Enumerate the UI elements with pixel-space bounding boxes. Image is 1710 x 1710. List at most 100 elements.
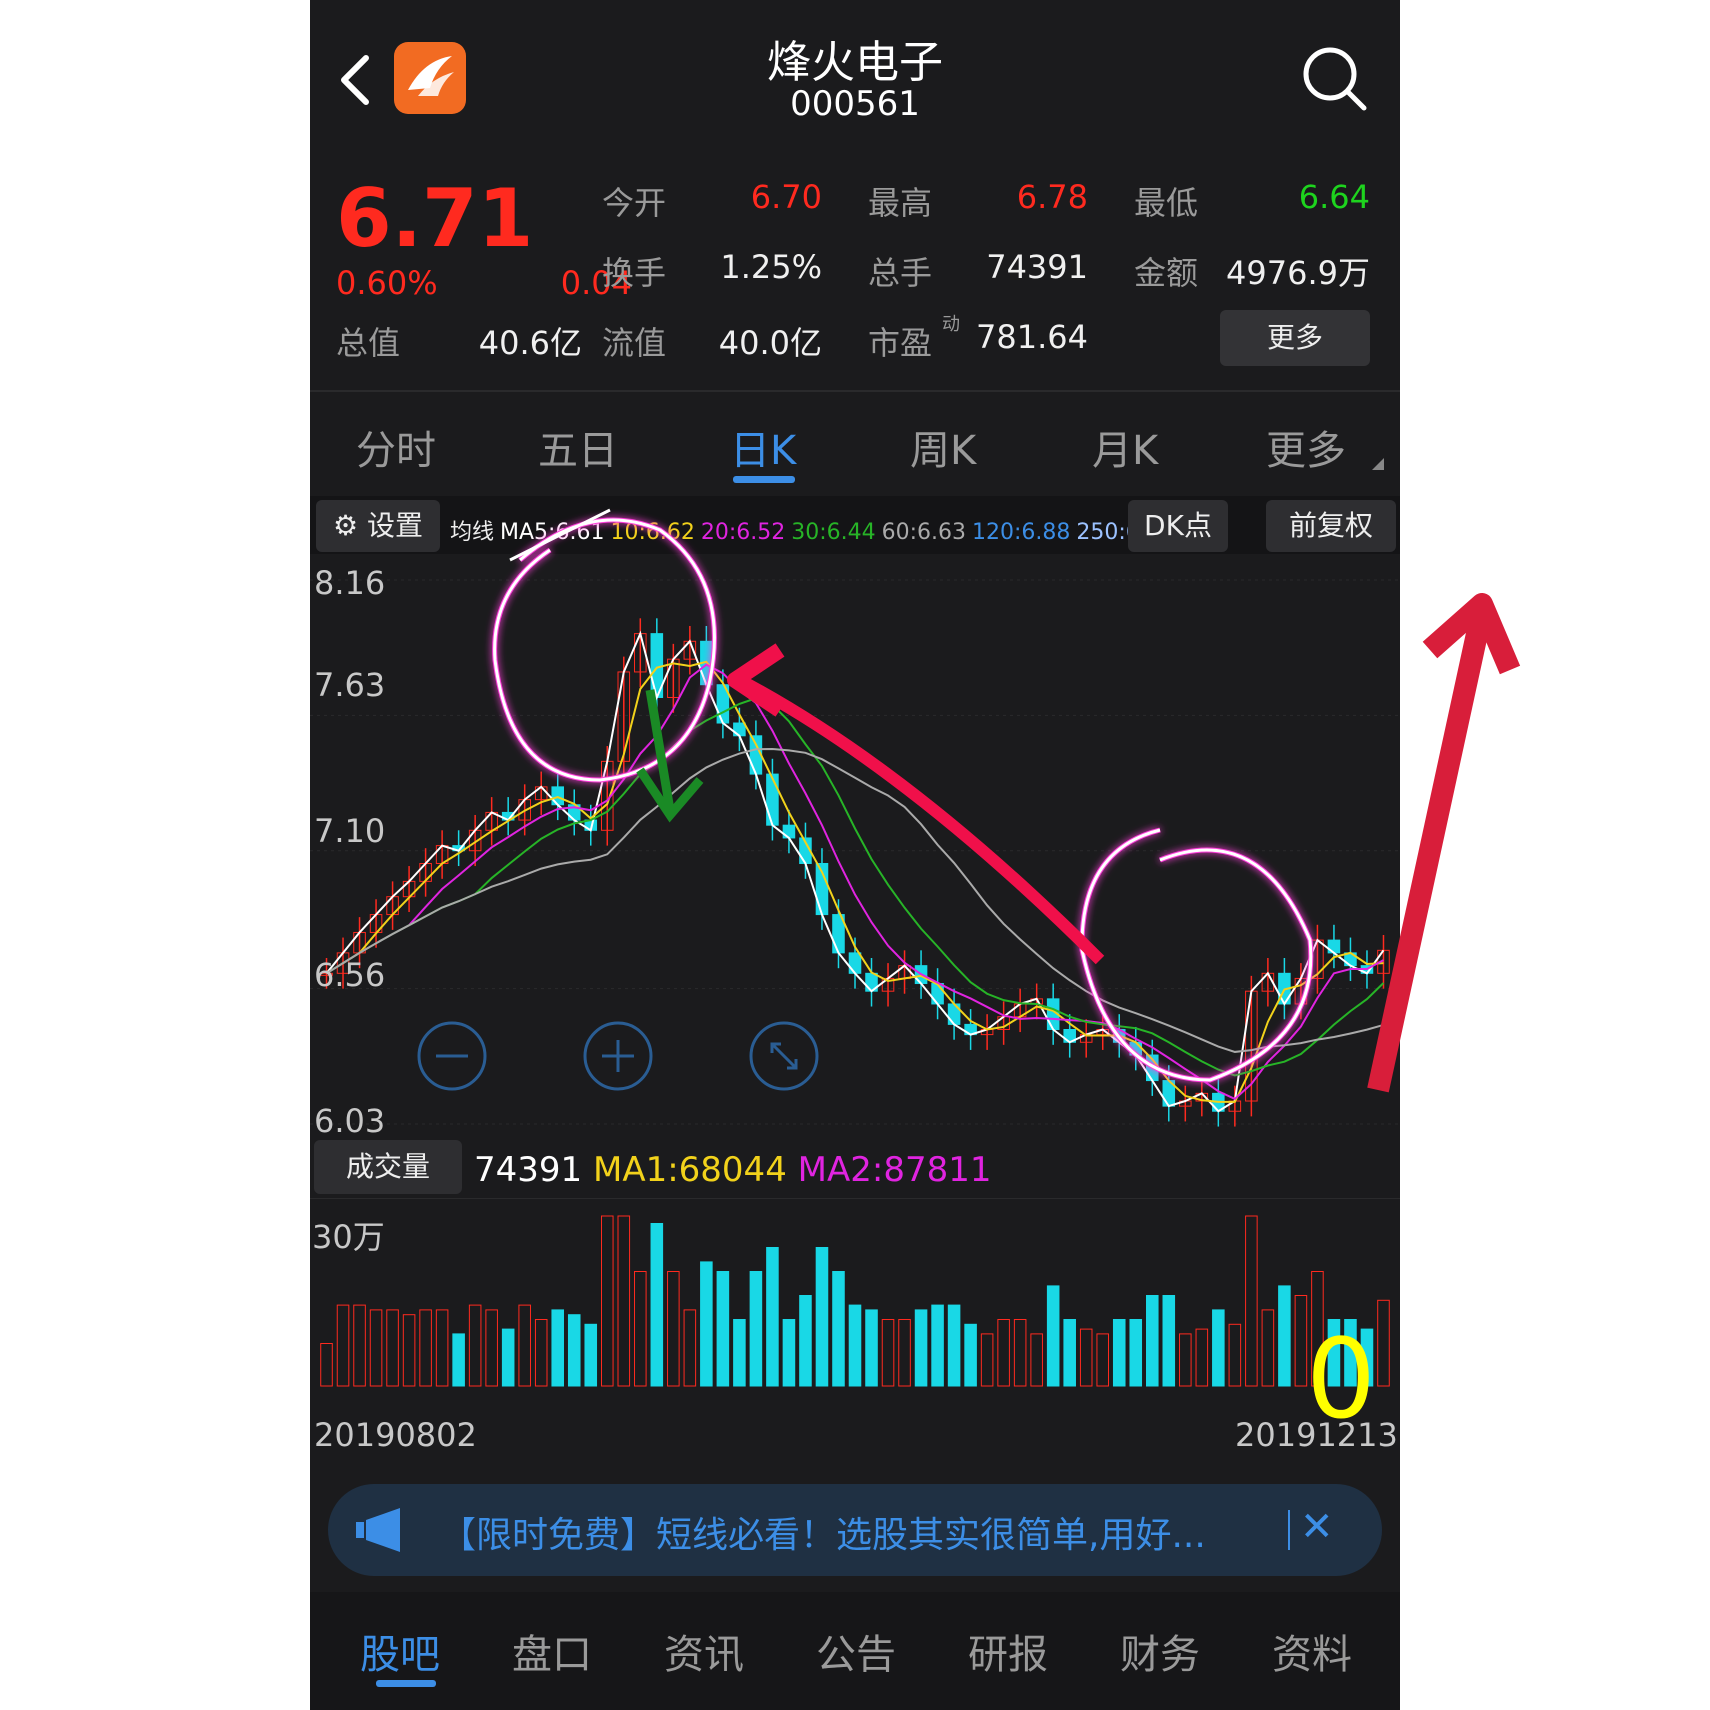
volume-bar: [320, 1343, 333, 1387]
phone-screen: 烽火电子 000561 6.71 0.60% 0.04 今开 6.70 最高 6…: [310, 0, 1400, 1710]
volume-bar: [600, 1215, 614, 1387]
volume-bar: [1112, 1319, 1126, 1387]
volume-bar: [1030, 1333, 1043, 1387]
high-label: 最高: [868, 184, 933, 222]
ad-divider: [1288, 1510, 1290, 1550]
volume-bar: [419, 1309, 432, 1387]
nav-profile[interactable]: 资料: [1272, 1622, 1352, 1680]
volume-bar: [815, 1247, 829, 1387]
volume-bar: [634, 1271, 647, 1387]
mktcap-value: 40.6亿: [478, 324, 582, 362]
tab-weekly-k[interactable]: 周K: [910, 418, 976, 476]
volume-bar: [369, 1309, 383, 1387]
volume-bar: [353, 1304, 366, 1387]
float-value: 40.0亿: [718, 324, 822, 362]
nav-financials[interactable]: 财务: [1120, 1622, 1200, 1680]
volume-bar: [1195, 1328, 1209, 1387]
volume-bar: [832, 1271, 845, 1387]
volume-value: 74391: [986, 248, 1088, 286]
nav-forum[interactable]: 股吧: [360, 1622, 440, 1680]
volume-bar: [485, 1309, 498, 1387]
volume-bar: [452, 1333, 465, 1387]
quote-more-button[interactable]: 更多: [1220, 310, 1370, 366]
volume-bar: [980, 1333, 994, 1387]
float-label: 流值: [602, 324, 667, 362]
volume-bar: [947, 1304, 961, 1387]
mktcap-label: 总值: [336, 324, 401, 362]
handwritten-zero: 0: [1306, 1315, 1376, 1443]
tab-five-day[interactable]: 五日: [538, 418, 618, 476]
nav-news[interactable]: 资讯: [664, 1622, 744, 1680]
volume-bar: [435, 1309, 449, 1387]
tab-monthly-k[interactable]: 月K: [1092, 418, 1158, 476]
tab-intraday[interactable]: 分时: [356, 418, 436, 476]
pe-label: 市盈: [868, 324, 933, 362]
volume-bar: [534, 1319, 548, 1387]
tab-more[interactable]: 更多: [1266, 418, 1346, 476]
volume-bar: [1294, 1295, 1308, 1387]
volume-bar: [749, 1271, 763, 1387]
volume-bar: [650, 1223, 664, 1387]
ad-text[interactable]: 【限时免费】短线必看！选股其实很简单,用好...: [440, 1506, 1206, 1558]
volume-bar: [1377, 1299, 1390, 1387]
volume-bar: [931, 1304, 944, 1387]
divider: [310, 390, 1400, 392]
tab-daily-k[interactable]: 日K: [730, 418, 796, 476]
volume-bar: [1179, 1333, 1192, 1387]
volume-bar: [667, 1271, 680, 1387]
volume-bar: [518, 1304, 531, 1387]
volume-bar: [1096, 1333, 1110, 1387]
volume-bar: [1278, 1285, 1291, 1387]
volume-bar: [1079, 1328, 1093, 1387]
search-icon[interactable]: [1300, 44, 1370, 114]
volume-bar: [468, 1304, 482, 1387]
volume-bar: [567, 1314, 581, 1387]
open-value: 6.70: [750, 178, 822, 216]
volume-bar: [386, 1309, 399, 1387]
nav-orderbook[interactable]: 盘口: [512, 1622, 592, 1680]
stock-name: 烽火电子: [767, 37, 943, 88]
volume-bar: [402, 1314, 416, 1387]
volume-bar: [997, 1319, 1010, 1387]
stock-code: 000561: [790, 84, 920, 124]
close-icon[interactable]: ✕: [1300, 1504, 1334, 1550]
volume-bar: [1013, 1319, 1027, 1387]
volume-bar: [881, 1319, 895, 1387]
volume-bar: [551, 1309, 565, 1387]
low-value: 6.64: [1298, 178, 1370, 216]
amount-value: 4976.9万: [1226, 254, 1370, 292]
volume-bar: [733, 1319, 746, 1387]
volume-bar: [964, 1323, 977, 1387]
megaphone-icon: [356, 1508, 400, 1552]
volume-bar: [914, 1309, 928, 1387]
amount-label: 金额: [1134, 254, 1199, 292]
volume-bar: [716, 1271, 730, 1387]
change-percent: 0.60%: [336, 264, 438, 302]
dropdown-corner-icon: [1372, 458, 1384, 470]
volume-bar: [336, 1304, 350, 1387]
volume-bar: [700, 1261, 713, 1387]
volume-bar: [1129, 1319, 1143, 1387]
volume-bar: [1063, 1319, 1076, 1387]
active-nav-indicator: [376, 1680, 436, 1687]
red-up-arrow: [1367, 593, 1521, 1093]
volume-bar: [1145, 1295, 1159, 1387]
volume-chart[interactable]: [310, 1196, 1400, 1406]
low-label: 最低: [1134, 184, 1199, 222]
hand-drawn-annotations: [492, 508, 1314, 1083]
volume-bar: [848, 1304, 862, 1387]
volume-bar: [1228, 1323, 1242, 1387]
volume-bar: [865, 1309, 878, 1387]
volume-bar: [1046, 1285, 1060, 1387]
current-price: 6.71: [336, 172, 534, 265]
volume-bar: [782, 1319, 796, 1387]
turnover-value: 1.25%: [720, 248, 822, 286]
volume-bar: [683, 1309, 697, 1387]
volume-bar: [766, 1247, 779, 1387]
nav-research[interactable]: 研报: [968, 1622, 1048, 1680]
nav-announcements[interactable]: 公告: [816, 1622, 896, 1680]
volume-bar: [501, 1328, 515, 1387]
volume-bar: [1245, 1215, 1258, 1387]
high-value: 6.78: [1016, 178, 1088, 216]
volume-bar: [617, 1215, 631, 1387]
